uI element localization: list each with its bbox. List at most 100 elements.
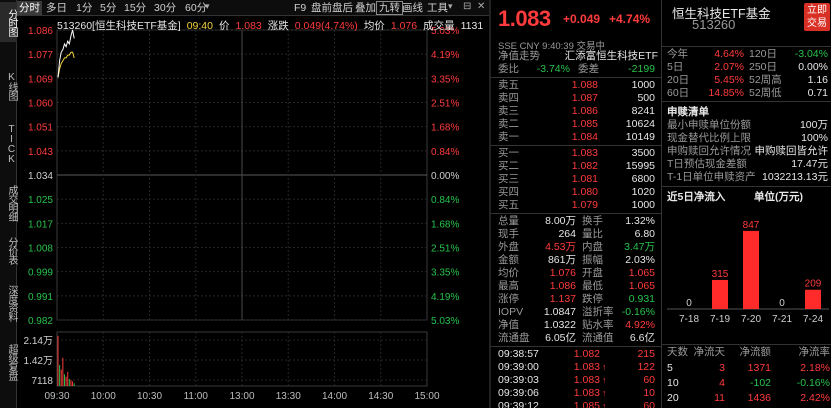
stat-row: 流通盘 6.05亿 流通值 6.6亿 [498, 332, 658, 345]
period-tab-label: 30分 [154, 2, 177, 14]
price-tick-label: 1.051 [28, 123, 53, 134]
row-value: 1.0322 [543, 319, 576, 331]
flow-value-label: 0 [779, 298, 785, 309]
bid-price: 1.080 [571, 186, 598, 198]
period-tab-5[interactable]: 30分 [152, 1, 178, 15]
period-tab-1[interactable]: 多日 [44, 1, 69, 15]
bid-volume: 3500 [631, 147, 655, 159]
tick-row: 09:39:00 1.083 ↑ 122 [498, 361, 658, 374]
close-icon[interactable]: ✕ [477, 1, 485, 12]
row-label: 现手 [498, 228, 519, 240]
volume-tick-label: 7118 [31, 376, 53, 387]
row-label: 最高 [498, 280, 519, 292]
chart-settings-icon[interactable]: ⊟ [463, 1, 471, 12]
period-tab-4[interactable]: 15分 [122, 1, 148, 15]
sidebar-item-label: 分价表 [6, 236, 17, 264]
bid-row: 买五 1.079 1000 [498, 199, 658, 212]
ask-price: 1.088 [571, 79, 598, 91]
tool-button-label: 工具 [427, 2, 448, 14]
tool-button-0[interactable]: F9 [292, 1, 308, 15]
row-value-2: 6.80 [634, 228, 655, 240]
chart-vol: 1131 [460, 20, 484, 32]
purchase-label: 申购赎回允许情况 [667, 145, 751, 157]
tick-volume: 122 [637, 361, 655, 373]
sidebar-item-3[interactable]: 成交明细 [0, 180, 17, 226]
sidebar-item-5[interactable]: 深度资料 [0, 280, 17, 326]
divider-line [662, 46, 831, 47]
tick-time: 09:39:00 [498, 361, 539, 373]
tool-button-3[interactable]: 九转 [376, 1, 403, 15]
perf-label: 60日 [667, 87, 690, 99]
row-label-2: 溢折率 [582, 306, 614, 318]
chart-toolbar: 分时 多日 1分 5分 15分 30分 60分 ▾ F9 盘前盘后 叠加 九转 画线 工具 ▾ ⊟ ✕ [17, 0, 489, 16]
fund-code: 513260 [692, 17, 736, 32]
period-tab-2[interactable]: 1分 [74, 1, 94, 15]
time-tick-label: 14:00 [322, 391, 347, 402]
ask-price: 1.087 [571, 92, 598, 104]
time-tick-label: 09:30 [44, 391, 69, 402]
inflow-table-header: 天数 净流天 净流额 净流率 [667, 346, 830, 359]
flow-bar [743, 230, 759, 309]
sidebar-item-4[interactable]: 分价表 [0, 232, 17, 268]
bid-label: 买四 [498, 186, 519, 198]
sidebar-item-0[interactable]: 分时图 [0, 2, 17, 42]
row-label: 净值 [498, 319, 519, 331]
row-label: IOPV [498, 306, 524, 318]
tick-direction-icon: ↑ [602, 362, 607, 372]
bid-price: 1.081 [571, 173, 598, 185]
perf-value: 5.45% [714, 74, 744, 86]
tool-button-1[interactable]: 盘前盘后 [309, 1, 355, 15]
row-label-2: 量比 [582, 228, 603, 240]
row-value: 6.05亿 [545, 332, 576, 344]
tool-button-label: 盘前盘后 [311, 2, 353, 14]
table-cell: 1371 [747, 362, 771, 374]
tick-row: 09:38:57 1.082 215 [498, 348, 658, 361]
tool-button-4[interactable]: 画线 [400, 1, 425, 15]
tick-row: 09:39:06 1.083 ↑ 10 [498, 387, 658, 400]
row-value-2: 3.47万 [624, 241, 655, 253]
divider-line [662, 186, 831, 187]
purchase-row: T-1日单位申赎资产 1032213.13元 [667, 171, 830, 184]
sidebar-item-1[interactable]: K线图 [0, 66, 17, 106]
perf-value-2: 1.16 [807, 74, 828, 86]
period-tab-3[interactable]: 5分 [98, 1, 118, 15]
pct-tick-label: 0.00% [431, 171, 459, 182]
trade-now-button[interactable]: 立即交易 [804, 3, 830, 31]
tool-button-label: 叠加 [355, 2, 376, 14]
period-tab-label: 1分 [76, 2, 93, 14]
ask-volume: 500 [637, 92, 655, 104]
perf-label: 今年 [667, 48, 688, 60]
pct-tick-label: 4.19% [431, 292, 459, 303]
row-label-2: 流通值 [582, 332, 614, 344]
tick-row: 09:39:03 1.083 ↑ 60 [498, 374, 658, 387]
tick-volume: 60 [643, 400, 655, 408]
ask-volume: 1000 [631, 79, 655, 91]
chart-change: 0.049(4.74%) [294, 20, 358, 32]
fund-company: 汇添富恒生科技ETF [564, 50, 658, 62]
ask-label: 卖五 [498, 79, 519, 91]
table-cell: 2.42% [800, 392, 830, 404]
dropdown-icon[interactable]: ▾ [205, 1, 210, 12]
price-tick-label: 1.043 [28, 147, 53, 158]
tool-button-5[interactable]: 工具 [425, 1, 450, 15]
bid-volume: 15995 [625, 160, 655, 172]
table-row: 5 3 1371 2.18% [667, 362, 830, 375]
period-tab-0[interactable]: 分时 [17, 1, 42, 15]
nav-label[interactable]: 净值走势 [498, 50, 540, 63]
chart-avg: 1.076 [390, 20, 418, 32]
tick-price: 1.083 [573, 387, 600, 399]
sidebar-item-2[interactable]: TICK [0, 124, 17, 164]
tick-time: 09:39:03 [498, 374, 539, 386]
ask-volume: 10624 [625, 118, 655, 130]
net-inflow-chart: 0 7-18 315 7-19 847 7-20 0 7-21 209 7-24 [667, 220, 829, 325]
pct-tick-label: 1.68% [431, 219, 459, 230]
pct-tick-label: 3.35% [431, 74, 459, 85]
weibi-row: 委比 -3.74% 委差 -2199 [498, 63, 658, 76]
ask-price: 1.085 [571, 118, 598, 130]
tool-button-2[interactable]: 叠加 [353, 1, 378, 15]
table-cell: 5 [667, 362, 673, 374]
pct-tick-label: 4.19% [431, 50, 459, 61]
sidebar-item-6[interactable]: 超级复盘 [0, 338, 17, 386]
tool-dropdown-icon[interactable]: ▾ [448, 1, 453, 12]
table-cell: -0.16% [796, 377, 830, 389]
